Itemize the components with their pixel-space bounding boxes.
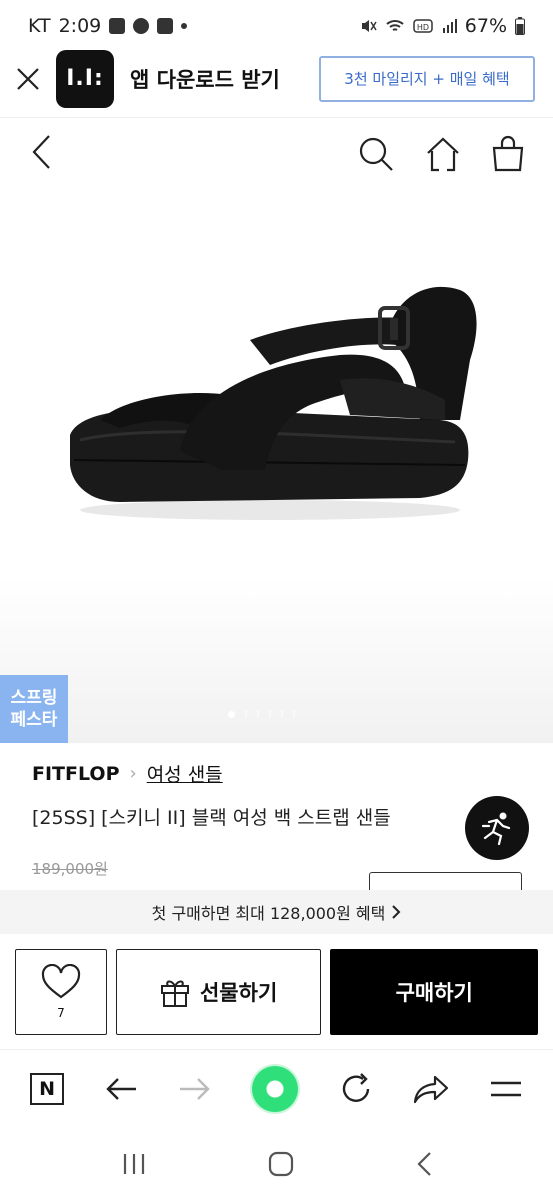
battery-percent: 67%: [464, 15, 507, 37]
chevron-right-icon: [392, 905, 401, 919]
more-notifications-icon: [181, 23, 188, 29]
app-download-banner: I.I: 앱 다운로드 받기 3천 마일리지 + 매일 혜택: [0, 40, 553, 118]
app-logo: I.I:: [56, 49, 114, 108]
instagram-notification-icon: [157, 18, 174, 34]
system-back-icon[interactable]: [415, 1151, 433, 1177]
product-image: [70, 286, 477, 520]
forward-arrow-icon[interactable]: [178, 1076, 212, 1102]
gift-icon: [160, 980, 189, 1007]
battery-icon: [515, 17, 525, 35]
category-link[interactable]: 여성 샌들: [147, 760, 223, 787]
like-count: 7: [57, 1005, 65, 1020]
signal-icon: [442, 19, 457, 33]
shopping-bag-icon[interactable]: [491, 135, 525, 173]
carousel-dot: [269, 710, 271, 718]
brand-link[interactable]: FITFLOP: [32, 763, 120, 785]
carousel-dot: [257, 710, 259, 718]
refresh-icon[interactable]: [339, 1072, 373, 1106]
promo-badge-line1: 스프링: [10, 688, 58, 708]
chevron-right-icon: ›: [129, 763, 137, 784]
talk-notification-icon: [133, 18, 150, 34]
gift-button[interactable]: 선물하기: [115, 948, 322, 1035]
mute-icon: [361, 20, 377, 32]
home-icon[interactable]: [425, 135, 461, 173]
carousel-dot: [281, 710, 283, 718]
first-purchase-benefit-bar[interactable]: 첫 구매하면 최대 128,000원 혜택: [0, 890, 553, 934]
breadcrumb: FITFLOP › 여성 샌들: [32, 760, 532, 787]
back-arrow-icon[interactable]: [104, 1076, 138, 1102]
carrier-label: KT: [28, 15, 51, 37]
close-banner-button[interactable]: [0, 66, 56, 92]
product-name: [25SS] [스키니 II] 블랙 여성 백 스트랩 샌들: [32, 807, 391, 829]
browser-toolbar: N: [0, 1050, 553, 1128]
clock: 2:09: [58, 15, 102, 37]
share-icon[interactable]: [413, 1074, 449, 1104]
product-image-carousel[interactable]: 스프링 페스타: [0, 190, 553, 743]
carousel-indicator: [228, 710, 295, 718]
svg-text:HD: HD: [417, 23, 429, 32]
carousel-dot: [228, 710, 235, 718]
promo-badge-line2: 페스타: [10, 710, 58, 730]
system-navigation-bar: [0, 1128, 553, 1200]
benefit-text: 첫 구매하면 최대 128,000원 혜택: [151, 904, 386, 923]
hd-icon: HD: [413, 19, 433, 33]
menu-icon[interactable]: [489, 1078, 523, 1100]
mileage-benefit-button[interactable]: 3천 마일리지 + 매일 혜택: [319, 55, 535, 102]
wifi-icon: [386, 20, 404, 31]
product-info: FITFLOP › 여성 샌들 [25SS] [스키니 II] 블랙 여성 백 …: [32, 760, 532, 879]
carousel-dot: [245, 710, 247, 718]
green-dot-button[interactable]: [252, 1066, 299, 1112]
banner-title: 앱 다운로드 받기: [130, 67, 280, 92]
top-navigation: [0, 118, 553, 190]
home-button-icon[interactable]: [268, 1151, 294, 1177]
heart-icon: [41, 963, 81, 998]
like-button[interactable]: 7: [15, 948, 107, 1035]
close-icon: [17, 67, 39, 90]
chevron-left-icon: [32, 135, 50, 169]
back-button[interactable]: [30, 133, 52, 175]
naver-home-button[interactable]: N: [30, 1073, 65, 1105]
recent-apps-icon[interactable]: [121, 1152, 147, 1176]
purchase-action-bar: 7 선물하기 구매하기: [0, 934, 553, 1050]
running-person-fab[interactable]: [465, 796, 529, 860]
gift-label: 선물하기: [199, 980, 278, 1005]
carousel-dot: [293, 710, 295, 718]
gallery-notification-icon: [109, 18, 126, 34]
buy-button[interactable]: 구매하기: [330, 948, 538, 1035]
search-icon[interactable]: [357, 135, 395, 173]
spring-festa-badge[interactable]: 스프링 페스타: [0, 675, 68, 743]
running-person-icon: [481, 812, 511, 846]
